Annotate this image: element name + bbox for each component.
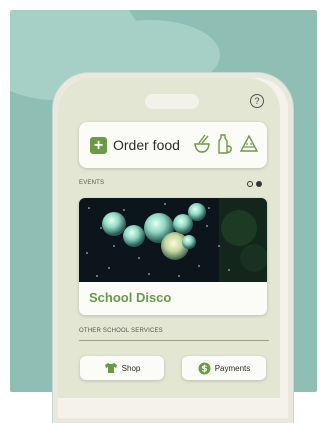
event-card-school-disco[interactable]: School Disco [79, 198, 267, 315]
carousel-dot-active[interactable] [256, 181, 262, 187]
payments-label: Payments [214, 363, 251, 373]
other-services-section-label: OTHER SCHOOL SERVICES [79, 328, 163, 334]
carousel-dots[interactable] [247, 181, 262, 187]
drink-icon [218, 134, 232, 154]
shirt-icon [104, 363, 117, 373]
watermelon-icon [239, 134, 259, 152]
phone-notch [145, 94, 199, 109]
plus-icon: + [90, 136, 107, 154]
dollar-icon: $ [198, 362, 211, 374]
payments-button[interactable]: $ Payments [182, 356, 266, 380]
order-food-label: Order food [113, 137, 180, 153]
phone-screen: ? + Order food EVENTS School Disco OTHER… [58, 78, 280, 398]
help-icon[interactable]: ? [250, 94, 264, 108]
disco-ball-image [79, 198, 267, 282]
bowl-icon [194, 134, 210, 153]
events-section-label: EVENTS [79, 180, 105, 186]
section-divider [79, 340, 269, 341]
svg-text:$: $ [201, 364, 207, 374]
shop-label: Shop [121, 363, 141, 373]
order-food-button[interactable]: + Order food [79, 122, 267, 168]
carousel-dot[interactable] [247, 181, 253, 187]
shop-button[interactable]: Shop [80, 356, 164, 380]
event-title: School Disco [89, 290, 172, 305]
